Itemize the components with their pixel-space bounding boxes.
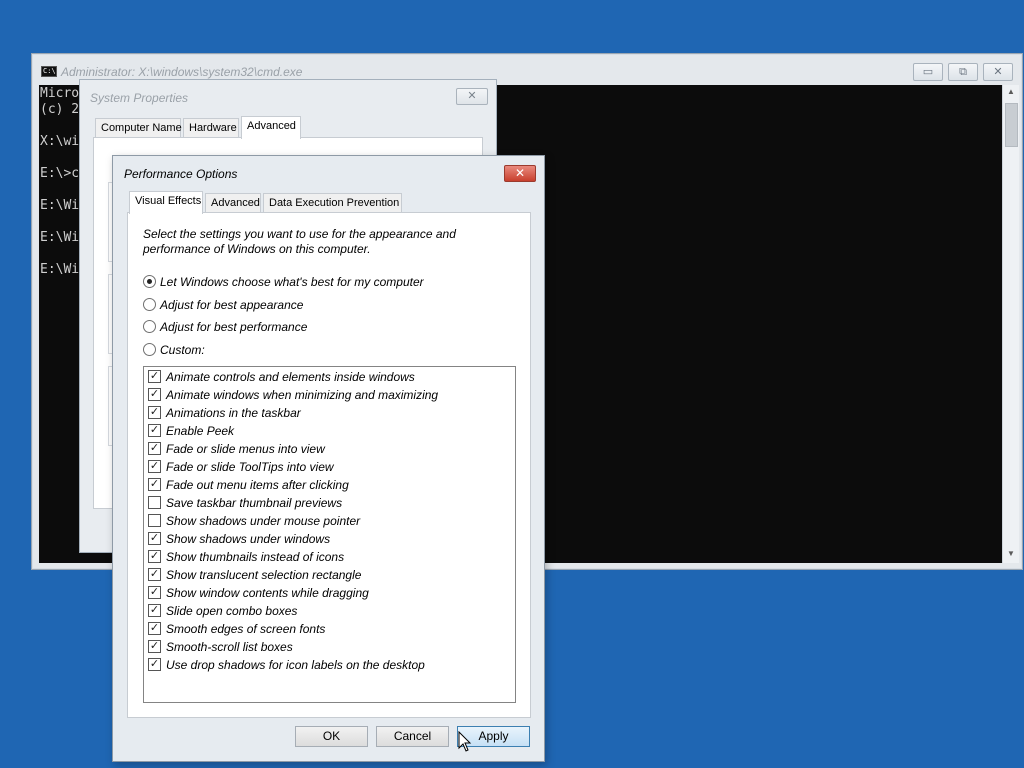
visual-effects-panel: Select the settings you want to use for …	[127, 212, 531, 718]
mouse-pointer-icon	[458, 731, 472, 752]
checkbox[interactable]: ✓	[148, 550, 161, 563]
checkbox[interactable]: ✓	[148, 622, 161, 635]
checkbox-label: Show translucent selection rectangle	[166, 568, 362, 582]
checkbox[interactable]: ✓	[148, 460, 161, 473]
radio-button[interactable]	[143, 320, 156, 333]
minimize-button[interactable]: ▭	[913, 63, 943, 81]
checkbox-label: Show thumbnails instead of icons	[166, 550, 345, 564]
radio-button[interactable]	[143, 298, 156, 311]
radio-label: Adjust for best appearance	[160, 298, 304, 312]
checkbox-label: Show shadows under mouse pointer	[166, 514, 361, 528]
restore-icon: ⧉	[959, 66, 967, 78]
checkbox-label: Fade or slide menus into view	[166, 442, 325, 456]
checkbox-label: Smooth-scroll list boxes	[166, 640, 293, 654]
tab-visual-effects[interactable]: Visual Effects	[129, 191, 203, 214]
tab-advanced[interactable]: Advanced	[241, 116, 301, 139]
visual-effects-description: Select the settings you want to use for …	[143, 227, 456, 256]
checkbox-label: Fade or slide ToolTips into view	[166, 460, 334, 474]
console-line: (c) 2	[40, 102, 80, 117]
close-icon: ✕	[467, 90, 477, 102]
checkbox-label: Animate windows when minimizing and maxi…	[166, 388, 439, 402]
visual-effects-list[interactable]: ✓ Animate controls and elements inside wi…	[143, 366, 516, 703]
checkbox[interactable]: ✓	[148, 568, 161, 581]
console-line: E:\>c	[40, 166, 80, 181]
performance-options-close-button[interactable]: ✕	[504, 165, 536, 182]
checkbox-label: Save taskbar thumbnail previews	[166, 496, 343, 510]
checkbox[interactable]: ✓	[148, 586, 161, 599]
scroll-up-icon[interactable]: ▲	[1003, 85, 1019, 99]
minimize-icon: ▭	[922, 66, 934, 78]
checkbox[interactable]: ✓	[148, 406, 161, 419]
cancel-button[interactable]: Cancel	[376, 726, 449, 747]
console-line: Micro	[40, 86, 80, 101]
checkbox-label: Animate controls and elements inside win…	[166, 370, 415, 384]
radio-label: Adjust for best performance	[160, 320, 308, 334]
checkbox-label: Enable Peek	[166, 424, 235, 438]
close-button[interactable]: ✕	[983, 63, 1013, 81]
tab-hardware[interactable]: Hardware	[183, 118, 239, 138]
console-line: E:\Wi	[40, 230, 80, 245]
checkbox[interactable]: ✓	[148, 658, 161, 671]
checkbox[interactable]: ✓	[148, 370, 161, 383]
checkbox-label: Fade out menu items after clicking	[166, 478, 349, 492]
checkbox[interactable]: ✓	[148, 442, 161, 455]
performance-options-dialog: Performance Options ✕ Visual Effects Adv…	[112, 155, 545, 762]
checkbox[interactable]: ✓	[148, 532, 161, 545]
cmd-window-title: Administrator: X:\windows\system32\cmd.e…	[61, 65, 303, 79]
console-scrollbar[interactable]: ▲ ▼	[1002, 85, 1019, 563]
radio-label: Let Windows choose what's best for my co…	[160, 275, 424, 289]
checkbox[interactable]: ✓	[148, 388, 161, 401]
radio-button[interactable]	[143, 343, 156, 356]
console-line: E:\Wi	[40, 198, 80, 213]
ok-button[interactable]: OK	[295, 726, 368, 747]
checkbox-label: Slide open combo boxes	[166, 604, 298, 618]
checkbox-label: Animations in the taskbar	[166, 406, 301, 420]
system-properties-tabs: Computer Name Hardware Advanced	[95, 116, 485, 139]
close-icon: ✕	[993, 66, 1003, 78]
tab-data-execution-prevention[interactable]: Data Execution Prevention	[263, 193, 402, 213]
console-line: X:\wi	[40, 134, 80, 149]
checkbox[interactable]: ✓	[148, 478, 161, 491]
checkbox-label: Smooth edges of screen fonts	[166, 622, 326, 636]
system-properties-close-button[interactable]: ✕	[456, 88, 488, 105]
scroll-down-icon[interactable]: ▼	[1003, 547, 1019, 561]
checkbox[interactable]: ✓	[148, 424, 161, 437]
radio-label: Custom:	[160, 343, 205, 357]
tab-computer-name[interactable]: Computer Name	[95, 118, 182, 138]
performance-options-title: Performance Options	[124, 167, 238, 181]
checkbox-label: Show shadows under windows	[166, 532, 331, 546]
console-line: E:\Wi	[40, 262, 80, 277]
tab-advanced[interactable]: Advanced	[205, 193, 261, 213]
checkbox[interactable]	[148, 496, 161, 509]
close-icon: ✕	[514, 166, 526, 180]
scroll-thumb[interactable]	[1005, 103, 1018, 147]
checkbox[interactable]: ✓	[148, 604, 161, 617]
cmd-app-icon: C:\	[41, 66, 57, 77]
checkbox-label: Show window contents while dragging	[166, 586, 369, 600]
restore-button[interactable]: ⧉	[948, 63, 978, 81]
system-properties-title: System Properties	[90, 91, 189, 105]
checkbox-label: Use drop shadows for icon labels on the …	[166, 658, 425, 672]
checkbox[interactable]	[148, 514, 161, 527]
checkbox[interactable]: ✓	[148, 640, 161, 653]
radio-button[interactable]	[143, 275, 156, 288]
performance-options-tabs: Visual Effects Advanced Data Execution P…	[129, 191, 533, 214]
